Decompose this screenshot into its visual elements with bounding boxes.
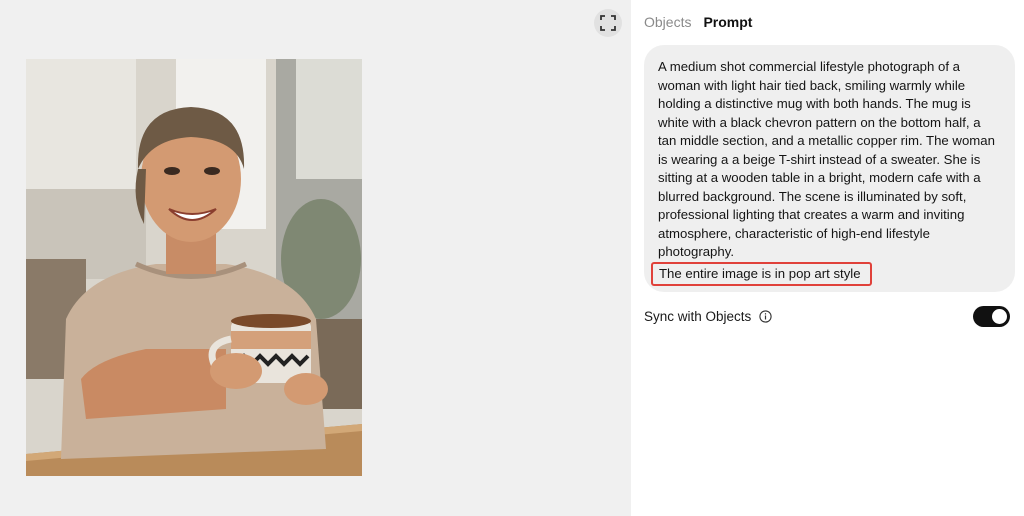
generated-image[interactable] — [26, 59, 362, 476]
info-icon[interactable] — [759, 309, 772, 323]
tab-objects[interactable]: Objects — [644, 14, 691, 30]
prompt-highlighted-line: The entire image is in pop art style — [651, 261, 872, 286]
sync-row: Sync with Objects — [644, 303, 1010, 329]
side-panel: Objects Prompt A medium shot commercial … — [631, 0, 1024, 516]
panel-tabs: Objects Prompt — [644, 14, 752, 30]
prompt-textbox[interactable]: A medium shot commercial lifestyle photo… — [644, 45, 1015, 292]
tab-prompt[interactable]: Prompt — [703, 14, 752, 30]
prompt-text: A medium shot commercial lifestyle photo… — [658, 59, 995, 259]
expand-button[interactable] — [594, 9, 622, 37]
sync-label: Sync with Objects — [644, 308, 752, 324]
canvas-pane — [0, 0, 631, 516]
expand-icon — [600, 15, 616, 31]
toggle-knob — [992, 308, 1007, 324]
sync-toggle[interactable] — [973, 305, 1010, 327]
